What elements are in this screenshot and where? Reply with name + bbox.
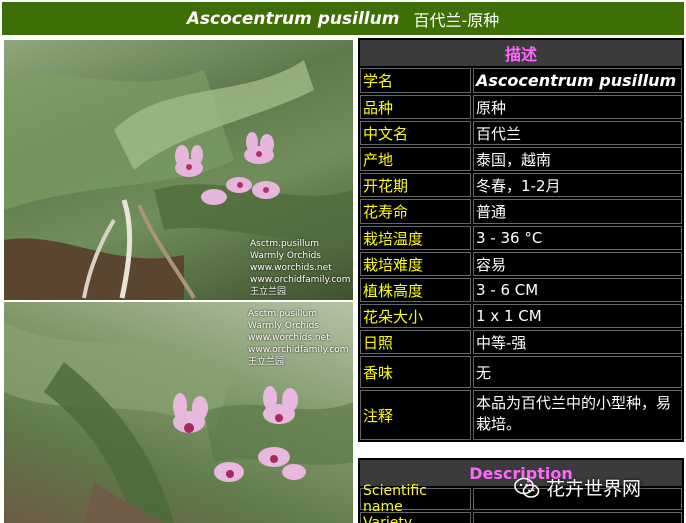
table-row: 开花期 冬春，1-2月 (360, 173, 682, 197)
table-row: 日照 中等-强 (360, 330, 682, 354)
row-key: 花朵大小 (360, 304, 471, 328)
row-key: Variety (360, 512, 471, 523)
table-row: 栽培难度 容易 (360, 252, 682, 276)
table-row: 产地 泰国，越南 (360, 147, 682, 171)
row-key: 日照 (360, 330, 471, 354)
row-value: 原种 (473, 95, 682, 119)
orchid-photo-1: Asctm.pusillum Warmly Orchids www.worchi… (4, 40, 353, 300)
row-key: 中文名 (360, 121, 471, 145)
row-key: Scientific name (360, 483, 471, 515)
row-value: Ascocentrum pusillum (473, 68, 682, 93)
row-value: 无 (473, 356, 682, 388)
row-value (473, 512, 682, 523)
row-value: 普通 (473, 199, 682, 224)
row-value: 容易 (473, 252, 682, 276)
row-value: 本品为百代兰中的小型种，易栽培。 (473, 390, 682, 440)
row-value: 1 x 1 CM (473, 304, 682, 328)
row-key: 花寿命 (360, 199, 471, 224)
row-value: 3 - 36 °C (473, 226, 682, 250)
row-value: 3 - 6 CM (473, 278, 682, 302)
page-title-bar: Ascocentrum pusillum 百代兰-原种 (2, 2, 684, 35)
table-row: 花朵大小 1 x 1 CM (360, 304, 682, 328)
row-value: 泰国，越南 (473, 147, 682, 171)
table-row: 栽培温度 3 - 36 °C (360, 226, 682, 250)
row-key: 产地 (360, 147, 471, 171)
title-chinese: 百代兰-原种 (413, 10, 500, 30)
row-key: 香味 (360, 356, 471, 388)
description-table: 描述 学名 Ascocentrum pusillum 品种 原种 中文名 百代兰… (358, 38, 684, 442)
row-key: 注释 (360, 390, 471, 440)
row-value: 冬春，1-2月 (473, 173, 682, 197)
table-row: 香味 无 (360, 356, 682, 388)
table-row: 植株高度 3 - 6 CM (360, 278, 682, 302)
table-row: 中文名 百代兰 (360, 121, 682, 145)
orchid-photo-2: Asctm.pusillum Warmly Orchids www.worchi… (4, 302, 353, 523)
description-header: 描述 (360, 40, 682, 66)
row-value: 中等-强 (473, 330, 682, 354)
brand-text: 花卉世界网 (546, 478, 642, 500)
table-row: 注释 本品为百代兰中的小型种，易栽培。 (360, 390, 682, 440)
wechat-icon (514, 477, 540, 498)
row-value: 百代兰 (473, 121, 682, 145)
brand-watermark: 花卉世界网 (514, 474, 641, 501)
watermark-1: Asctm.pusillum Warmly Orchids www.worchi… (250, 239, 351, 297)
row-key: 品种 (360, 95, 471, 119)
table-row: 花寿命 普通 (360, 199, 682, 224)
row-key: 栽培温度 (360, 226, 471, 250)
row-key: 栽培难度 (360, 252, 471, 276)
table-row: Variety (360, 512, 682, 523)
row-key: 学名 (360, 68, 471, 93)
row-key: 植株高度 (360, 278, 471, 302)
row-key: 开花期 (360, 173, 471, 197)
table-row: 品种 原种 (360, 95, 682, 119)
watermark-2: Asctm.pusillum Warmly Orchids www.worchi… (248, 309, 349, 367)
title-latin: Ascocentrum pusillum (186, 8, 400, 29)
table-row: 学名 Ascocentrum pusillum (360, 68, 682, 93)
